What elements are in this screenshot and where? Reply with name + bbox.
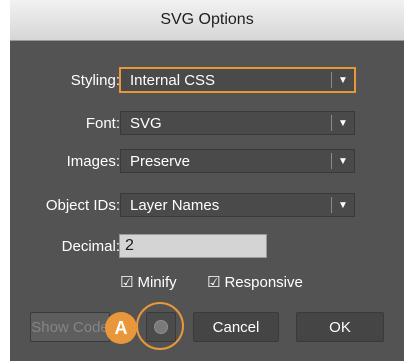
dialog-title: SVG Options xyxy=(160,11,254,28)
images-select[interactable]: Preserve ▼ xyxy=(120,149,355,173)
images-label: Images: xyxy=(66,152,120,170)
show-code-button[interactable]: Show Code xyxy=(30,312,110,342)
checkmark-icon: ☑ xyxy=(207,274,221,291)
styling-select[interactable]: Internal CSS ▼ xyxy=(119,67,356,93)
dropdown-arrow-icon: ▼ xyxy=(338,74,348,86)
dropdown-arrow-icon: ▼ xyxy=(338,199,348,211)
responsive-label: Responsive xyxy=(224,273,303,291)
callout-badge: A xyxy=(105,312,137,344)
checkmark-icon: ☑ xyxy=(120,274,134,291)
cancel-button[interactable]: Cancel xyxy=(193,312,279,342)
dropdown-arrow-icon: ▼ xyxy=(338,155,348,167)
decimal-label: Decimal: xyxy=(61,237,120,255)
title-bar: SVG Options xyxy=(10,0,404,41)
images-value: Preserve xyxy=(130,152,191,170)
font-value: SVG xyxy=(130,114,162,132)
font-select[interactable]: SVG ▼ xyxy=(120,111,355,135)
object-ids-label: Object IDs: xyxy=(45,196,120,214)
decimal-input[interactable]: 2 xyxy=(119,234,267,258)
responsive-checkbox[interactable]: ☑ Responsive xyxy=(207,273,303,292)
styling-value: Internal CSS xyxy=(130,71,216,89)
svg-options-dialog: SVG Options Styling: Internal CSS ▼ Font… xyxy=(10,0,404,361)
minify-label: Minify xyxy=(137,273,177,291)
object-ids-select[interactable]: Layer Names ▼ xyxy=(120,193,355,217)
dropdown-arrow-icon: ▼ xyxy=(338,117,348,129)
callout-ring xyxy=(136,302,184,350)
styling-row: Styling: Internal CSS ▼ xyxy=(10,67,404,93)
minify-checkbox[interactable]: ☑ Minify xyxy=(120,273,177,292)
ok-button[interactable]: OK xyxy=(296,312,384,342)
images-row: Images: Preserve ▼ xyxy=(10,148,404,174)
font-row: Font: SVG ▼ xyxy=(10,110,404,136)
object-ids-row: Object IDs: Layer Names ▼ xyxy=(10,192,404,218)
object-ids-value: Layer Names xyxy=(130,196,220,214)
font-label: Font: xyxy=(85,114,120,132)
styling-label: Styling: xyxy=(70,71,120,89)
